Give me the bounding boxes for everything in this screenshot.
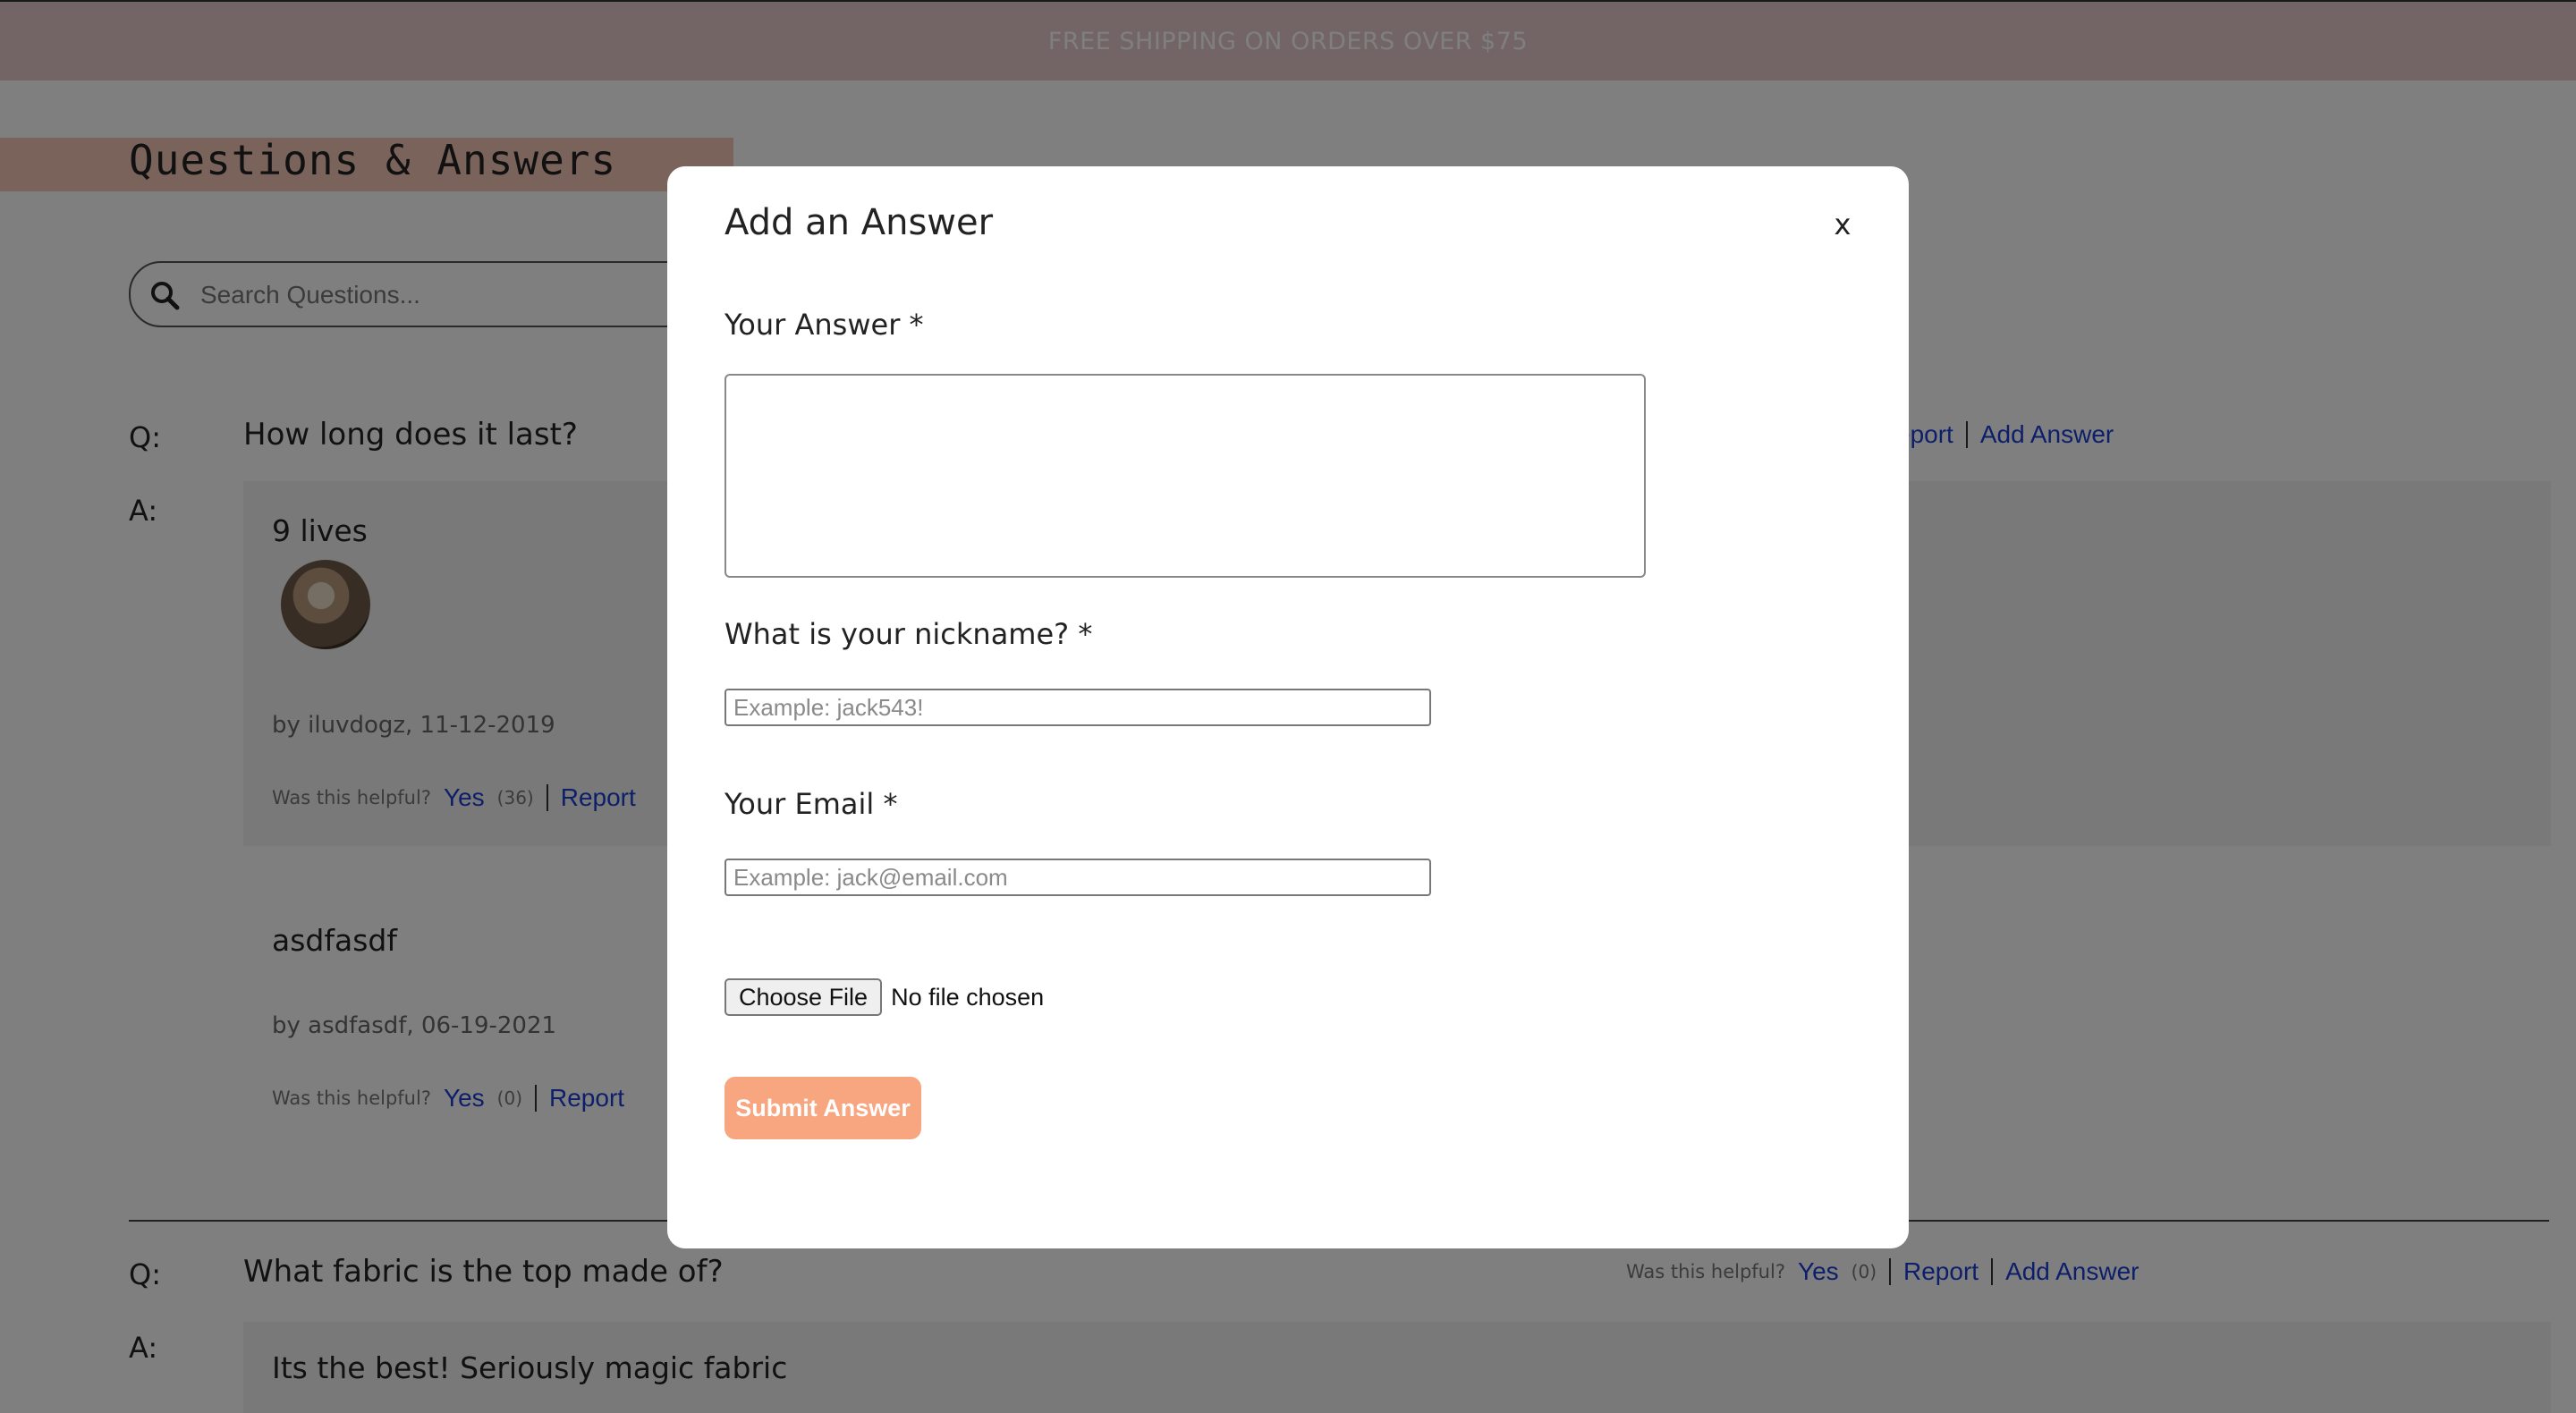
answer-textarea[interactable]	[724, 374, 1646, 578]
nickname-input[interactable]	[724, 689, 1431, 726]
answer-label: Your Answer *	[724, 308, 924, 342]
file-upload: Choose File No file chosen	[724, 978, 1044, 1016]
email-label: Your Email *	[724, 787, 898, 821]
email-input[interactable]	[724, 859, 1431, 896]
modal-title: Add an Answer	[724, 202, 994, 243]
close-button[interactable]: x	[1826, 207, 1859, 241]
choose-file-button[interactable]: Choose File	[724, 978, 883, 1016]
file-status: No file chosen	[891, 983, 1045, 1011]
submit-answer-button[interactable]: Submit Answer	[724, 1077, 921, 1139]
nickname-label: What is your nickname? *	[724, 617, 1093, 651]
add-answer-modal: Add an Answer x Your Answer * What is yo…	[667, 166, 1909, 1248]
